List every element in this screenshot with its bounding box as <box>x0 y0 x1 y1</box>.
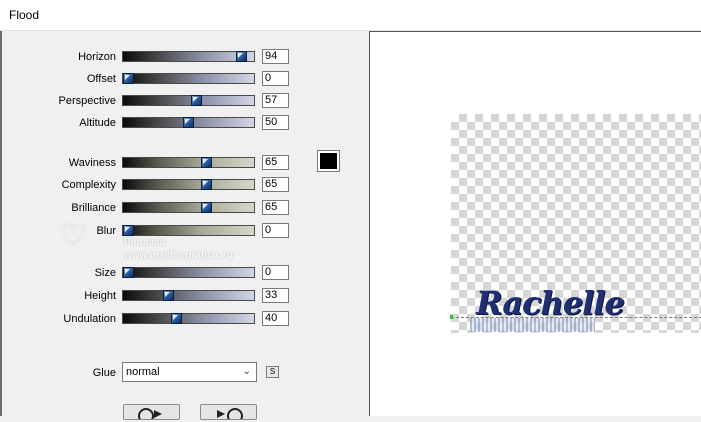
altitude-value-input[interactable]: 50 <box>262 115 289 130</box>
glue-select[interactable]: normal ⌄ <box>122 362 257 382</box>
left-edge <box>0 31 2 416</box>
perspective-slider[interactable] <box>122 95 255 106</box>
complexity-label: Complexity <box>61 179 116 191</box>
offset-label: Offset <box>86 73 116 85</box>
altitude-label: Altitude <box>79 117 116 129</box>
complexity-slider[interactable] <box>122 179 255 190</box>
watermark-name: Pinuccia <box>124 237 166 248</box>
title-bar: Flood <box>0 0 701 31</box>
undulation-value-input[interactable]: 40 <box>262 311 289 326</box>
blur-slider[interactable] <box>122 225 255 236</box>
eye-right-icon <box>217 408 243 422</box>
window-title: Flood <box>9 8 40 22</box>
preview-forward-button[interactable] <box>200 404 257 422</box>
waviness-slider[interactable] <box>122 157 255 168</box>
color-swatch[interactable] <box>317 150 340 172</box>
waviness-value-input[interactable]: 65 <box>262 155 289 170</box>
blur-label: Blur <box>96 225 116 237</box>
perspective-label: Perspective <box>58 95 116 107</box>
height-value-input[interactable]: 33 <box>262 288 289 303</box>
horizon-label: Horizon <box>78 51 116 63</box>
undulation-label: Undulation <box>63 313 116 325</box>
brilliance-label: Brilliance <box>71 202 116 214</box>
height-slider[interactable] <box>122 290 255 301</box>
horizon-slider-thumb[interactable] <box>236 51 247 62</box>
perspective-value-input[interactable]: 57 <box>262 93 289 108</box>
complexity-value-input[interactable]: 65 <box>262 177 289 192</box>
sync-s-button[interactable]: S <box>266 366 279 378</box>
altitude-slider[interactable] <box>122 117 255 128</box>
complexity-slider-thumb[interactable] <box>201 179 212 190</box>
offset-value-input[interactable]: 0 <box>262 71 289 86</box>
brilliance-value-input[interactable]: 65 <box>262 200 289 215</box>
watermark-url: www.maidiregrafica.eu <box>124 250 233 261</box>
size-value-input[interactable]: 0 <box>262 265 289 280</box>
eye-left-icon <box>138 408 162 422</box>
size-label: Size <box>94 267 116 279</box>
preview-pane: Rachelle <box>369 31 701 416</box>
undulation-slider[interactable] <box>122 313 255 324</box>
brilliance-slider[interactable] <box>122 202 255 213</box>
size-slider[interactable] <box>122 267 255 278</box>
heart-icon: ♡ <box>60 220 87 253</box>
glue-select-value: normal <box>126 366 160 378</box>
height-label: Height <box>84 290 116 302</box>
glue-label: Glue <box>92 367 116 379</box>
perspective-slider-thumb[interactable] <box>191 95 202 106</box>
height-slider-thumb[interactable] <box>163 290 174 301</box>
signature-text: Rachelle <box>476 284 625 322</box>
chevron-down-icon: ⌄ <box>242 366 251 377</box>
altitude-slider-thumb[interactable] <box>183 117 194 128</box>
blur-slider-thumb[interactable] <box>123 225 134 236</box>
horizon-marker <box>450 315 453 319</box>
preview-back-button[interactable] <box>123 404 180 422</box>
brilliance-slider-thumb[interactable] <box>201 202 212 213</box>
horizon-slider[interactable] <box>122 51 255 62</box>
undulation-slider-thumb[interactable] <box>171 313 182 324</box>
size-slider-thumb[interactable] <box>123 267 134 278</box>
offset-slider[interactable] <box>122 73 255 84</box>
horizon-value-input[interactable]: 94 <box>262 49 289 64</box>
waviness-label: Waviness <box>68 157 116 169</box>
waviness-slider-thumb[interactable] <box>201 157 212 168</box>
blur-value-input[interactable]: 0 <box>262 223 289 238</box>
offset-slider-thumb[interactable] <box>123 73 134 84</box>
